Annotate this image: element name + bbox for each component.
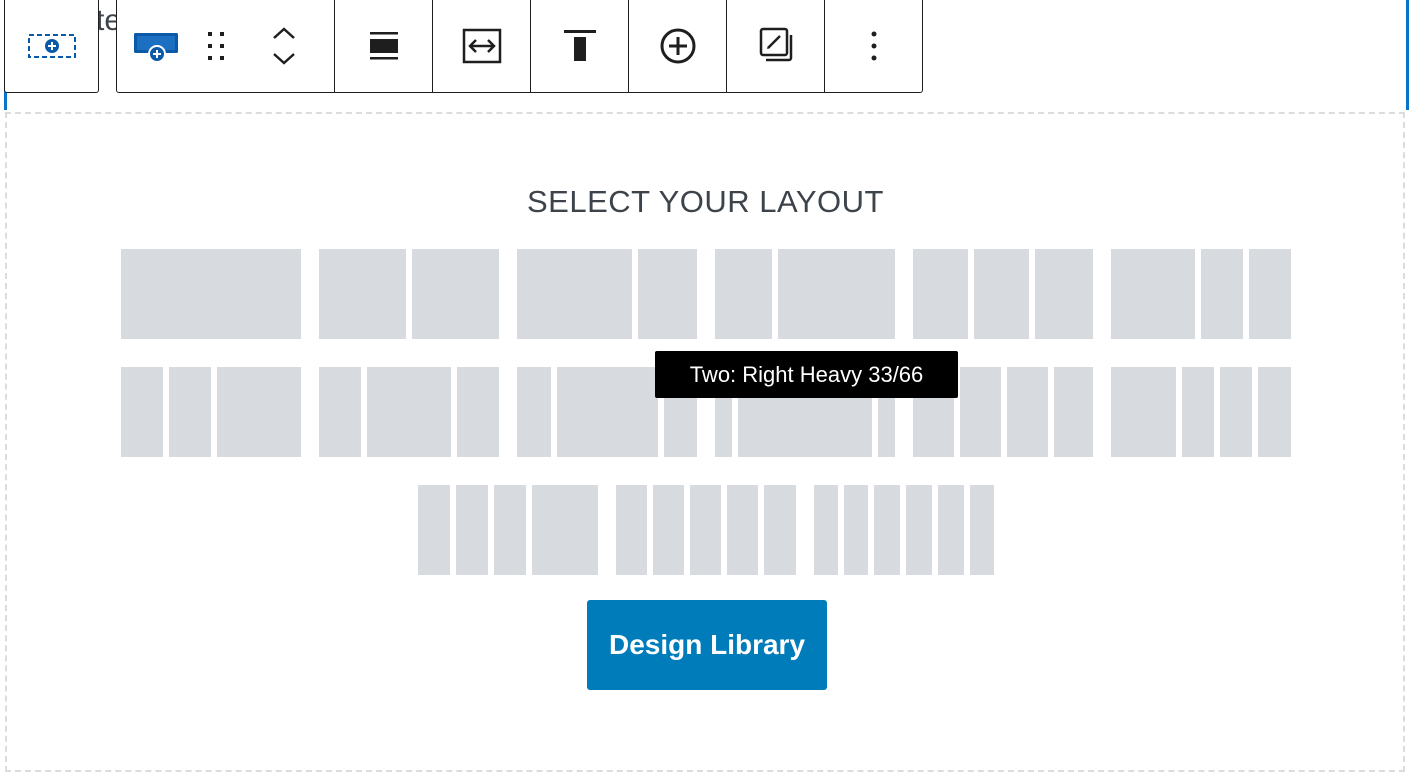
layout-column xyxy=(1182,367,1214,457)
layout-column xyxy=(121,367,163,457)
layout-column xyxy=(319,249,406,339)
vertical-align-top-icon xyxy=(562,28,598,64)
row-block-icon xyxy=(27,31,77,61)
full-width-button[interactable] xyxy=(432,0,530,92)
layout-option[interactable] xyxy=(715,249,895,339)
layout-column xyxy=(715,249,772,339)
drag-handle-icon xyxy=(205,29,227,63)
chevron-down-icon xyxy=(273,53,295,65)
align-button[interactable] xyxy=(334,0,432,92)
parent-block-selector[interactable] xyxy=(4,0,99,93)
layout-column xyxy=(1258,367,1291,457)
vertical-align-button[interactable] xyxy=(530,0,628,92)
layout-option[interactable] xyxy=(913,249,1093,339)
move-up-button[interactable] xyxy=(271,25,297,41)
block-style-button[interactable] xyxy=(726,0,824,92)
layout-column xyxy=(517,249,632,339)
layout-column xyxy=(844,485,868,575)
layout-column xyxy=(494,485,526,575)
layout-column xyxy=(764,485,796,575)
layout-column xyxy=(906,485,932,575)
layout-column xyxy=(557,367,658,457)
layout-column xyxy=(367,367,451,457)
move-down-button[interactable] xyxy=(271,51,297,67)
align-wide-icon xyxy=(367,29,401,63)
row-block-icon xyxy=(131,28,183,64)
layout-column xyxy=(1035,249,1093,339)
layout-column xyxy=(1007,367,1048,457)
layout-column xyxy=(217,367,301,457)
block-mover xyxy=(234,0,334,92)
layout-column xyxy=(532,485,598,575)
layout-column xyxy=(974,249,1029,339)
layout-option[interactable] xyxy=(616,485,796,575)
layout-option[interactable] xyxy=(121,249,301,339)
layout-column xyxy=(690,485,721,575)
layout-option[interactable] xyxy=(319,367,499,457)
layout-column xyxy=(1111,367,1176,457)
layout-column xyxy=(418,485,450,575)
select-layout-title: SELECT YOUR LAYOUT xyxy=(527,184,884,219)
add-button[interactable] xyxy=(628,0,726,92)
layout-column xyxy=(319,367,361,457)
edit-style-icon xyxy=(756,26,796,66)
block-toolbar xyxy=(116,0,923,93)
block-type-button[interactable] xyxy=(117,0,197,92)
layout-column xyxy=(778,249,895,339)
drag-handle-button[interactable] xyxy=(197,0,234,92)
layout-option[interactable] xyxy=(1111,249,1291,339)
layout-column xyxy=(1249,249,1291,339)
layout-option[interactable] xyxy=(121,367,301,457)
layout-option[interactable] xyxy=(814,485,994,575)
layout-column xyxy=(1054,367,1093,457)
layout-tooltip: Two: Right Heavy 33/66 xyxy=(655,351,958,398)
layout-column xyxy=(457,367,499,457)
layout-column xyxy=(456,485,488,575)
layout-option[interactable] xyxy=(517,249,697,339)
layout-column xyxy=(121,249,301,339)
select-parent-button[interactable] xyxy=(5,0,98,92)
layout-column xyxy=(653,485,684,575)
more-options-icon xyxy=(869,29,879,63)
add-circle-icon xyxy=(658,26,698,66)
layout-option[interactable] xyxy=(319,249,499,339)
layout-column xyxy=(938,485,964,575)
layout-column xyxy=(1111,249,1195,339)
full-width-icon xyxy=(462,28,502,64)
layout-option[interactable] xyxy=(1111,367,1291,457)
layout-column xyxy=(727,485,758,575)
layout-column xyxy=(814,485,838,575)
layout-column xyxy=(517,367,551,457)
chevron-up-icon xyxy=(273,27,295,39)
block-selection-edge-right xyxy=(1406,0,1409,110)
layout-column xyxy=(960,367,1001,457)
layout-column xyxy=(913,249,968,339)
layout-column xyxy=(169,367,211,457)
layout-column xyxy=(970,485,994,575)
more-options-button[interactable] xyxy=(824,0,922,92)
layout-column xyxy=(638,249,697,339)
layout-column xyxy=(1220,367,1252,457)
design-library-button[interactable]: Design Library xyxy=(587,600,827,690)
layout-option[interactable] xyxy=(418,485,598,575)
layout-column xyxy=(412,249,499,339)
layout-column xyxy=(616,485,647,575)
layout-column xyxy=(1201,249,1243,339)
layout-column xyxy=(874,485,900,575)
